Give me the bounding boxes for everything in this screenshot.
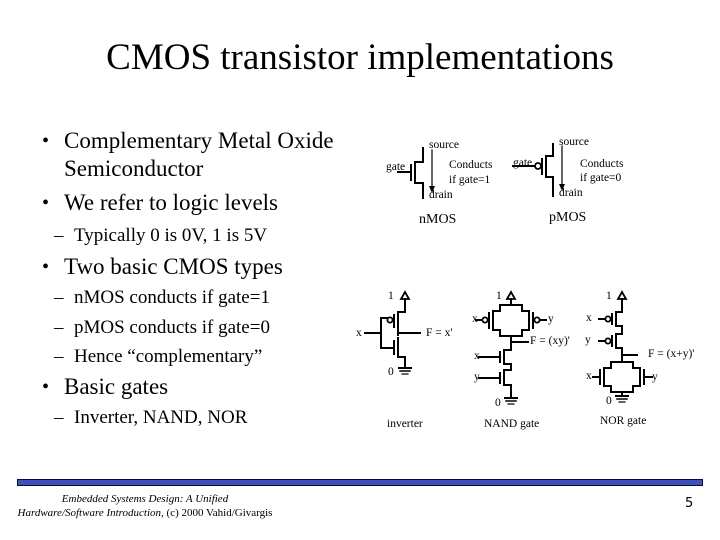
footer-line2-rest: (c) 2000 Vahid/Givargis [163,507,273,519]
nmos-note-line2: if gate=1 [449,174,491,186]
footer-citation: Embedded Systems Design: A Unified Hardw… [0,492,290,520]
nand-x-bottom-label: x [474,350,480,362]
pmos-source-label: source [559,136,590,148]
nand-caption: NAND gate [484,418,540,430]
nand-gnd-label: 0 [495,397,501,409]
nmos-caption: nMOS [419,212,457,227]
nand-circuit [475,290,547,405]
nmos-note-line1: Conducts [449,159,493,171]
footer-line2-italic: Hardware/Software Introduction, [17,507,164,519]
nor-x-top-label: x [586,312,592,324]
pmos-note-line2: if gate=0 [580,172,622,184]
inverter-vdd-label: 1 [388,290,394,302]
nor-x-bottom-label: x [586,370,592,382]
circuit-diagrams [364,143,653,405]
nmos-gate-label: gate [386,161,406,173]
nor-gnd-label: 0 [606,395,612,407]
nand-y-top-label: y [548,313,554,325]
nor-y-top-label: y [585,334,591,346]
inverter-gnd-label: 0 [388,366,394,378]
inverter-output-label: F = x' [426,327,453,339]
nor-caption: NOR gate [600,415,647,427]
pmos-transistor-symbol [512,143,565,197]
inverter-circuit [364,290,421,375]
pmos-drain-label: drain [559,187,583,199]
pmos-caption: pMOS [549,210,587,225]
footer-line2: Hardware/Software Introduction, (c) 2000… [0,506,290,520]
nand-y-bottom-label: y [474,371,480,383]
nor-vdd-label: 1 [606,290,612,302]
footer-line1: Embedded Systems Design: A Unified [61,493,229,505]
nand-vdd-label: 1 [496,290,502,302]
nmos-drain-label: drain [429,189,453,201]
inverter-caption: inverter [387,418,423,430]
pmos-gate-label: gate [513,157,533,169]
nand-output-label: F = (xy)' [530,335,570,347]
nor-y-bottom-label: y [652,371,658,383]
nor-output-label: F = (x+y)' [648,348,695,360]
pmos-note-line1: Conducts [580,158,624,170]
nand-x-top-label: x [472,313,478,325]
page-number: 5 [685,496,694,511]
inverter-input-label: x [356,327,362,339]
nor-circuit [592,290,653,403]
nmos-source-label: source [429,139,460,151]
footer-rule [17,479,703,486]
